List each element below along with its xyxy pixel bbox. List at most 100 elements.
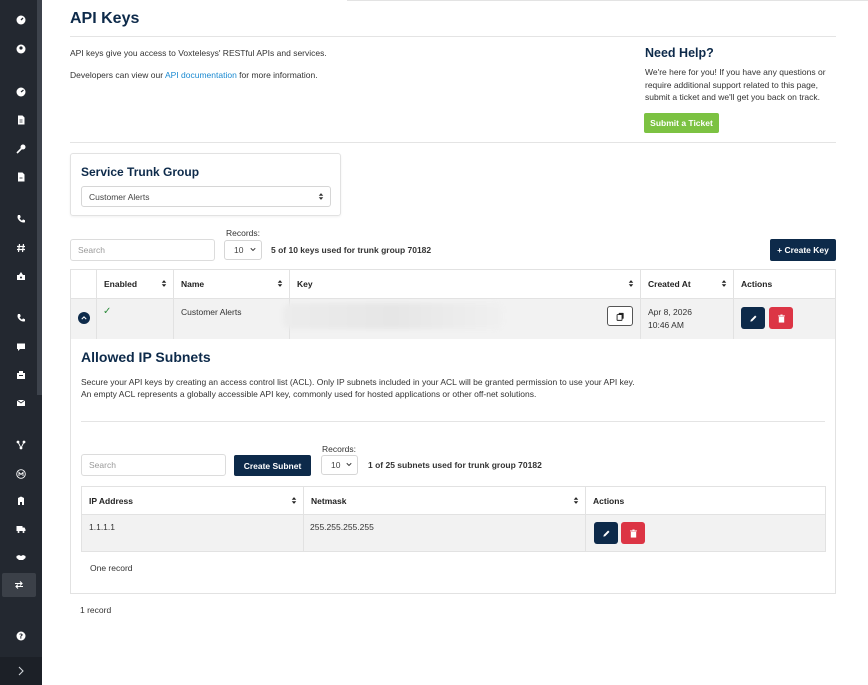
chat-icon: [17, 343, 25, 351]
cell-divider: [96, 298, 97, 339]
sidebar-item-messaging[interactable]: [0, 335, 42, 359]
sidebar-item-dashboard[interactable]: [0, 8, 42, 32]
keys-count-text: 5 of 10 keys used for trunk group 70182: [271, 245, 432, 255]
cell-divider: [303, 514, 304, 551]
table-header-expand: [71, 270, 97, 298]
sidebar-item-shipping[interactable]: [0, 517, 42, 541]
sidebar-item-api-keys[interactable]: [0, 137, 42, 161]
mail-icon: [16, 399, 26, 406]
sidebar-item-fax[interactable]: [0, 363, 42, 387]
sidebar-item-partners[interactable]: [0, 545, 42, 569]
subnets-records-select[interactable]: 10: [321, 455, 358, 475]
sort-icon: [721, 280, 727, 287]
create-subnet-button[interactable]: Create Subnet: [234, 455, 311, 476]
keys-records-select[interactable]: 10: [224, 240, 262, 260]
truck-icon: [16, 526, 26, 533]
help-text: We're here for you! If you have any ques…: [645, 66, 830, 104]
table-header-netmask[interactable]: Netmask: [304, 487, 586, 515]
intro-suffix: for more information.: [236, 70, 318, 80]
sort-icon: [161, 280, 167, 287]
sidebar-item-m[interactable]: [0, 462, 42, 486]
delete-key-button[interactable]: [769, 307, 793, 329]
pencil-icon: [602, 530, 609, 537]
records-label: Records:: [226, 228, 261, 238]
trunk-group-select[interactable]: Customer Alerts: [81, 186, 331, 207]
sidebar-item-email[interactable]: [0, 391, 42, 415]
building-icon: [18, 496, 24, 505]
sidebar-item-inbox[interactable]: [0, 264, 42, 288]
header-label: Created At: [648, 279, 691, 289]
header-label: Enabled: [104, 279, 138, 289]
table-row[interactable]: [82, 514, 825, 551]
trunk-group-title: Service Trunk Group: [81, 165, 200, 179]
sort-arrows-icon: [318, 193, 324, 200]
table-header-enabled[interactable]: Enabled: [97, 270, 174, 298]
header-label: Actions: [741, 279, 773, 289]
subnet-netmask: 255.255.255.255: [310, 522, 374, 532]
table-header-key[interactable]: Key: [290, 270, 641, 298]
sidebar-item-files[interactable]: [0, 165, 42, 189]
sidebar-item-building[interactable]: [0, 489, 42, 513]
intro-prefix: Developers can view our: [70, 70, 165, 80]
header-label: IP Address: [89, 496, 133, 506]
sidebar-item-voice[interactable]: [0, 207, 42, 231]
subnets-search-input[interactable]: Search: [81, 454, 226, 476]
subnets-description: Secure your API keys by creating an acce…: [81, 376, 821, 400]
help-line: require additional support related to th…: [645, 79, 818, 90]
sidebar-item-gauge[interactable]: [0, 80, 42, 104]
edit-key-button[interactable]: [741, 307, 765, 329]
trunk-group-card: Service Trunk Group Customer Alerts: [70, 153, 341, 216]
table-header-actions: Actions: [586, 487, 825, 515]
intro-text: API keys give you access to Voxtelesys' …: [70, 48, 327, 58]
keys-search-input[interactable]: Search: [70, 239, 215, 261]
edit-subnet-button[interactable]: [594, 522, 618, 544]
records-value: 10: [331, 460, 341, 470]
header-label: Netmask: [311, 496, 347, 506]
sort-icon: [573, 497, 579, 504]
sort-icon: [291, 497, 297, 504]
sidebar-expand-button[interactable]: [0, 657, 42, 685]
submit-ticket-button[interactable]: Submit a Ticket: [644, 113, 719, 133]
api-documentation-link[interactable]: API documentation: [165, 70, 237, 80]
trash-icon: [629, 529, 637, 538]
subnets-count-text: 1 of 25 subnets used for trunk group 701…: [368, 460, 542, 470]
cell-divider: [640, 298, 641, 339]
table-header-created-at[interactable]: Created At: [641, 270, 734, 298]
help-line: submit a ticket and we'll get you back o…: [645, 92, 821, 102]
fax-icon: [17, 371, 25, 379]
key-icon: [16, 144, 26, 154]
divider: [70, 36, 836, 37]
subnets-desc-line: Secure your API keys by creating an acce…: [81, 377, 635, 387]
page-title: API Keys: [70, 10, 140, 27]
sidebar-item-help[interactable]: ?: [0, 624, 42, 648]
copy-key-button[interactable]: [607, 306, 633, 326]
trunk-group-selected: Customer Alerts: [89, 191, 150, 202]
delete-subnet-button[interactable]: [621, 522, 645, 544]
create-key-button[interactable]: + Create Key: [770, 239, 836, 261]
subnet-ip: 1.1.1.1: [89, 522, 115, 532]
dashboard-icon: [16, 15, 26, 25]
divider: [81, 421, 825, 422]
file-icon: [18, 172, 25, 182]
sidebar-item-phone[interactable]: [0, 306, 42, 330]
handshake-icon: [16, 555, 26, 560]
chevron-right-icon: [18, 666, 24, 676]
keys-record-count: 1 record: [80, 605, 112, 615]
sidebar-item-flows[interactable]: [0, 433, 42, 457]
transfer-icon: [15, 581, 23, 589]
phone-icon: [17, 314, 25, 322]
intro-docs-text: Developers can view our API documentatio…: [70, 70, 318, 80]
subnets-desc-line: An empty ACL represents a globally acces…: [81, 389, 537, 399]
header-label: Name: [181, 279, 205, 289]
row-collapse-button[interactable]: [78, 312, 90, 324]
sidebar-item-account[interactable]: [0, 37, 42, 61]
subnets-record-count: One record: [90, 563, 133, 573]
table-header-name[interactable]: Name: [174, 270, 290, 298]
cell-divider: [173, 298, 174, 339]
sidebar-item-numbers[interactable]: [0, 236, 42, 260]
sidebar-item-documents[interactable]: [0, 108, 42, 132]
table-header-ip-address[interactable]: IP Address: [82, 487, 304, 515]
help-title: Need Help?: [645, 46, 714, 60]
main-content: API Keys API keys give you access to Vox…: [42, 0, 868, 685]
sidebar-item-transfers[interactable]: [2, 573, 36, 597]
